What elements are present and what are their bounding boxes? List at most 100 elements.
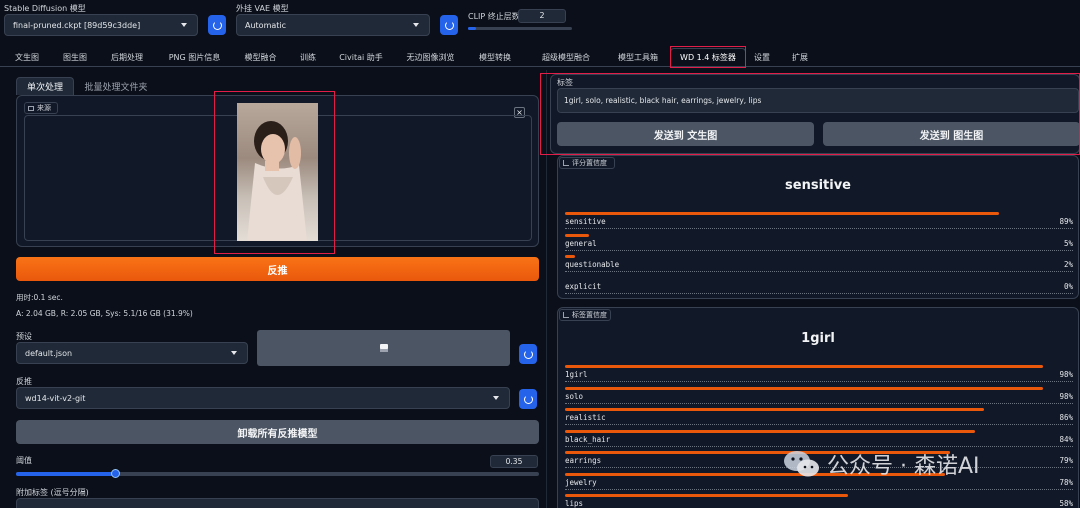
- interrogator-select[interactable]: wd14-vit-v2-git: [16, 387, 510, 409]
- dotted-divider: [565, 292, 1073, 294]
- threshold-label: 阈值: [16, 456, 32, 465]
- tag-confidence-name: realistic: [565, 413, 606, 422]
- threshold-slider-handle[interactable]: [110, 469, 120, 478]
- tab-13[interactable]: 扩展: [780, 48, 820, 66]
- dotted-divider: [565, 228, 1073, 229]
- tag-confidence-bar: [565, 365, 1043, 368]
- clip-skip-input[interactable]: 2: [518, 9, 566, 23]
- rating-row: explicit 0%: [565, 282, 1073, 296]
- dotted-divider: [565, 249, 1073, 251]
- tab-7[interactable]: 无边图像浏览: [395, 48, 466, 66]
- tag-confidence-name: jewelry: [565, 477, 597, 487]
- image-icon: [28, 105, 34, 111]
- tab-6[interactable]: Civitai 助手: [329, 48, 393, 66]
- tag-confidence-bar: [565, 494, 848, 497]
- subtab-batch[interactable]: 批量处理文件夹: [76, 77, 156, 95]
- tag-confidence-row: 1girl 98%: [565, 370, 1073, 384]
- tag-confidence-bar: [565, 429, 975, 433]
- tab-2[interactable]: 后期处理: [99, 48, 155, 66]
- rating-name: questionable: [565, 260, 620, 269]
- subtab-single[interactable]: 单次处理: [16, 77, 74, 95]
- interrogator-label: 反推: [16, 377, 32, 386]
- tag-confidence-name: earrings: [565, 456, 602, 465]
- tab-9[interactable]: 超级模型融合: [527, 48, 605, 66]
- rating-top-label: sensitive: [785, 178, 851, 193]
- tag-confidence-top-label: 1girl: [801, 331, 835, 346]
- chevron-down-icon: [181, 23, 187, 27]
- tag-confidence-row: lips 58%: [565, 499, 1073, 508]
- tag-confidence-name: black_hair: [565, 434, 611, 444]
- tab-8[interactable]: 模型转换: [468, 48, 522, 66]
- tab-10[interactable]: 模型工具箱: [608, 48, 668, 66]
- preset-value: default.json: [25, 348, 73, 358]
- dotted-divider: [565, 488, 1073, 490]
- rating-bar: [565, 212, 1000, 215]
- memory-text: A: 2.04 GB, R: 2.05 GB, Sys: 5.1/16 GB (…: [16, 309, 193, 318]
- rating-name: sensitive: [565, 217, 606, 226]
- rating-percent: 2%: [1063, 260, 1073, 269]
- highlight-box-tab: [670, 46, 746, 68]
- sd-model-select[interactable]: final-pruned.ckpt [89d59c3dde]: [4, 14, 198, 36]
- chevron-down-icon: [493, 396, 499, 400]
- bar-chart-icon: [563, 160, 569, 166]
- sd-model-label: Stable Diffusion 模型: [4, 4, 86, 13]
- rating-percent: 5%: [1063, 238, 1073, 248]
- interrogator-value: wd14-vit-v2-git: [25, 393, 86, 403]
- preset-refresh-button[interactable]: [519, 344, 537, 364]
- tag-confidence-name: solo: [565, 391, 584, 401]
- threshold-input[interactable]: 0.35: [490, 455, 538, 468]
- tab-4[interactable]: 模型融合: [234, 48, 287, 66]
- refresh-icon: [444, 20, 454, 30]
- tag-confidence-row: solo 98%: [565, 392, 1073, 406]
- preset-select[interactable]: default.json: [16, 342, 248, 364]
- tab-divider: [0, 66, 1080, 67]
- source-label: 来源: [37, 104, 51, 112]
- rating-percent: 89%: [1059, 217, 1073, 226]
- bar-chart-icon: [563, 312, 569, 318]
- tag-confidence-name: lips: [565, 499, 584, 508]
- tag-confidence-percent: 86%: [1059, 413, 1073, 422]
- dotted-divider: [565, 445, 1073, 447]
- time-text: 用时:0.1 sec.: [16, 293, 63, 302]
- tag-confidence-percent: 79%: [1059, 456, 1073, 465]
- chevron-down-icon: [413, 23, 419, 27]
- save-preset-button[interactable]: [257, 330, 510, 366]
- watermark: 公众号 · 森诺AI: [783, 448, 980, 480]
- additional-tags-input[interactable]: [16, 498, 539, 508]
- dotted-divider: [565, 381, 1073, 382]
- rating-name: general: [565, 238, 597, 248]
- tag-confidence-name: 1girl: [565, 370, 588, 379]
- interrogator-refresh-button[interactable]: [519, 389, 537, 409]
- rating-label-chip: 评分置信度: [559, 157, 615, 169]
- sd-model-refresh-button[interactable]: [208, 15, 226, 35]
- tab-1[interactable]: 图生图: [52, 48, 98, 66]
- tab-12[interactable]: 设置: [748, 48, 776, 66]
- refresh-icon: [523, 349, 533, 359]
- rating-bar: [565, 233, 590, 237]
- dotted-divider: [565, 424, 1073, 425]
- watermark-text: 公众号 · 森诺AI: [827, 454, 980, 479]
- tab-5[interactable]: 训练: [290, 48, 326, 66]
- tag-confidence-row: realistic 86%: [565, 413, 1073, 427]
- vae-refresh-button[interactable]: [440, 15, 458, 35]
- dotted-divider: [565, 271, 1073, 272]
- save-icon: [379, 344, 388, 352]
- sd-model-value: final-pruned.ckpt [89d59c3dde]: [13, 20, 141, 30]
- tag-confidence-percent: 78%: [1059, 477, 1073, 487]
- vae-value: Automatic: [245, 20, 287, 30]
- tag-confidence-percent: 98%: [1059, 391, 1073, 401]
- tab-0[interactable]: 文生图: [4, 48, 50, 66]
- vae-select[interactable]: Automatic: [236, 14, 430, 36]
- tab-3[interactable]: PNG 图片信息: [157, 48, 232, 66]
- tag-confidence-row: black_hair 84%: [565, 435, 1073, 449]
- clip-skip-slider[interactable]: [468, 27, 572, 30]
- preset-label: 预设: [16, 332, 32, 341]
- highlight-box-tags: [540, 73, 1080, 155]
- threshold-slider-fill: [16, 472, 115, 476]
- wechat-icon: [784, 451, 819, 477]
- unload-models-button[interactable]: 卸载所有反推模型: [16, 420, 539, 444]
- tag-confidence-percent: 98%: [1059, 370, 1073, 379]
- interrogate-button[interactable]: 反推: [16, 257, 539, 281]
- tag-confidence-percent: 84%: [1059, 434, 1073, 444]
- tag-confidence-bar: [565, 408, 985, 411]
